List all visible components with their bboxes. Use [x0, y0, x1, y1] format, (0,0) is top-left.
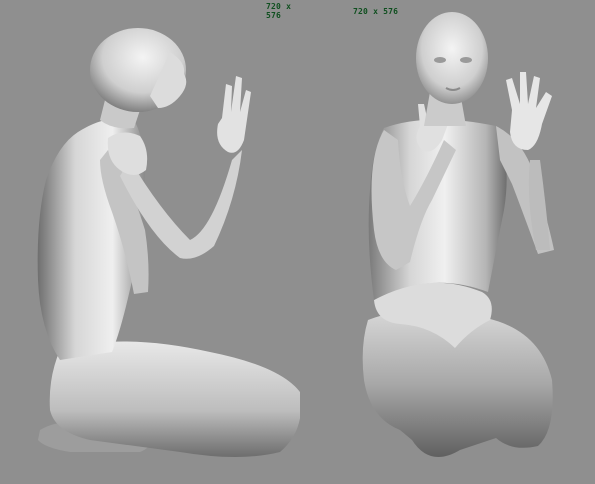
side-hand-raised: [217, 76, 251, 153]
resolution-label-left: 720 x 576: [266, 2, 292, 20]
render-stage: 720 x 576 720 x 576: [0, 0, 595, 484]
resolution-label-right: 720 x 576: [353, 7, 399, 16]
viewport-side[interactable]: 720 x 576: [0, 0, 300, 484]
viewport-front[interactable]: [300, 0, 595, 484]
figure-side-render: [37, 28, 300, 457]
figure-front-render: [362, 12, 554, 458]
front-hand-raised: [506, 72, 552, 150]
